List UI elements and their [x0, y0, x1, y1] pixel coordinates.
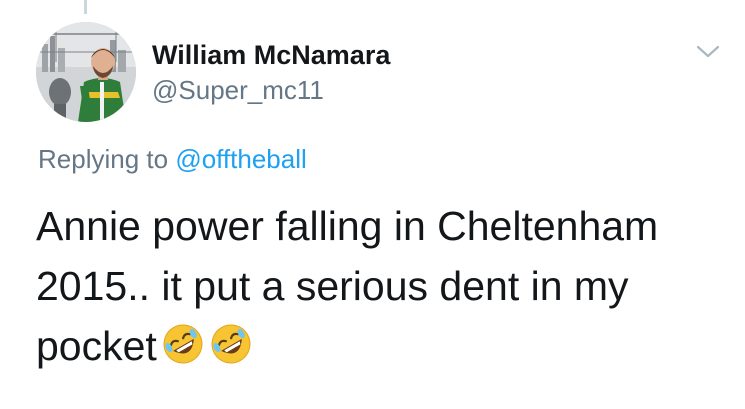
tweet-text-line-with-emoji: pocket — [36, 316, 726, 376]
tweet-body: Annie power falling in Cheltenham 2015..… — [36, 196, 726, 376]
user-handle[interactable]: @Super_mc11 — [152, 74, 390, 106]
tweet-text-line: Annie power falling in Cheltenham — [36, 203, 659, 249]
rolling-on-floor-laughing-emoji-icon — [161, 322, 205, 366]
tweet-menu-button[interactable] — [690, 40, 726, 68]
display-name[interactable]: William McNamara — [152, 38, 390, 72]
tweet-text-line: 2015.. it put a serious dent in my — [36, 263, 629, 309]
thread-connector-line — [84, 0, 87, 14]
avatar[interactable] — [36, 22, 136, 122]
reply-mention-link[interactable]: @offtheball — [175, 144, 306, 174]
chevron-down-icon — [695, 44, 721, 65]
rolling-on-floor-laughing-emoji-icon — [209, 322, 253, 366]
replying-to-label: Replying to — [38, 144, 169, 174]
tweet-text-fragment: pocket — [36, 323, 157, 369]
author-block: William McNamara @Super_mc11 — [152, 38, 390, 106]
replying-to-line: Replying to @offtheball — [38, 142, 307, 176]
